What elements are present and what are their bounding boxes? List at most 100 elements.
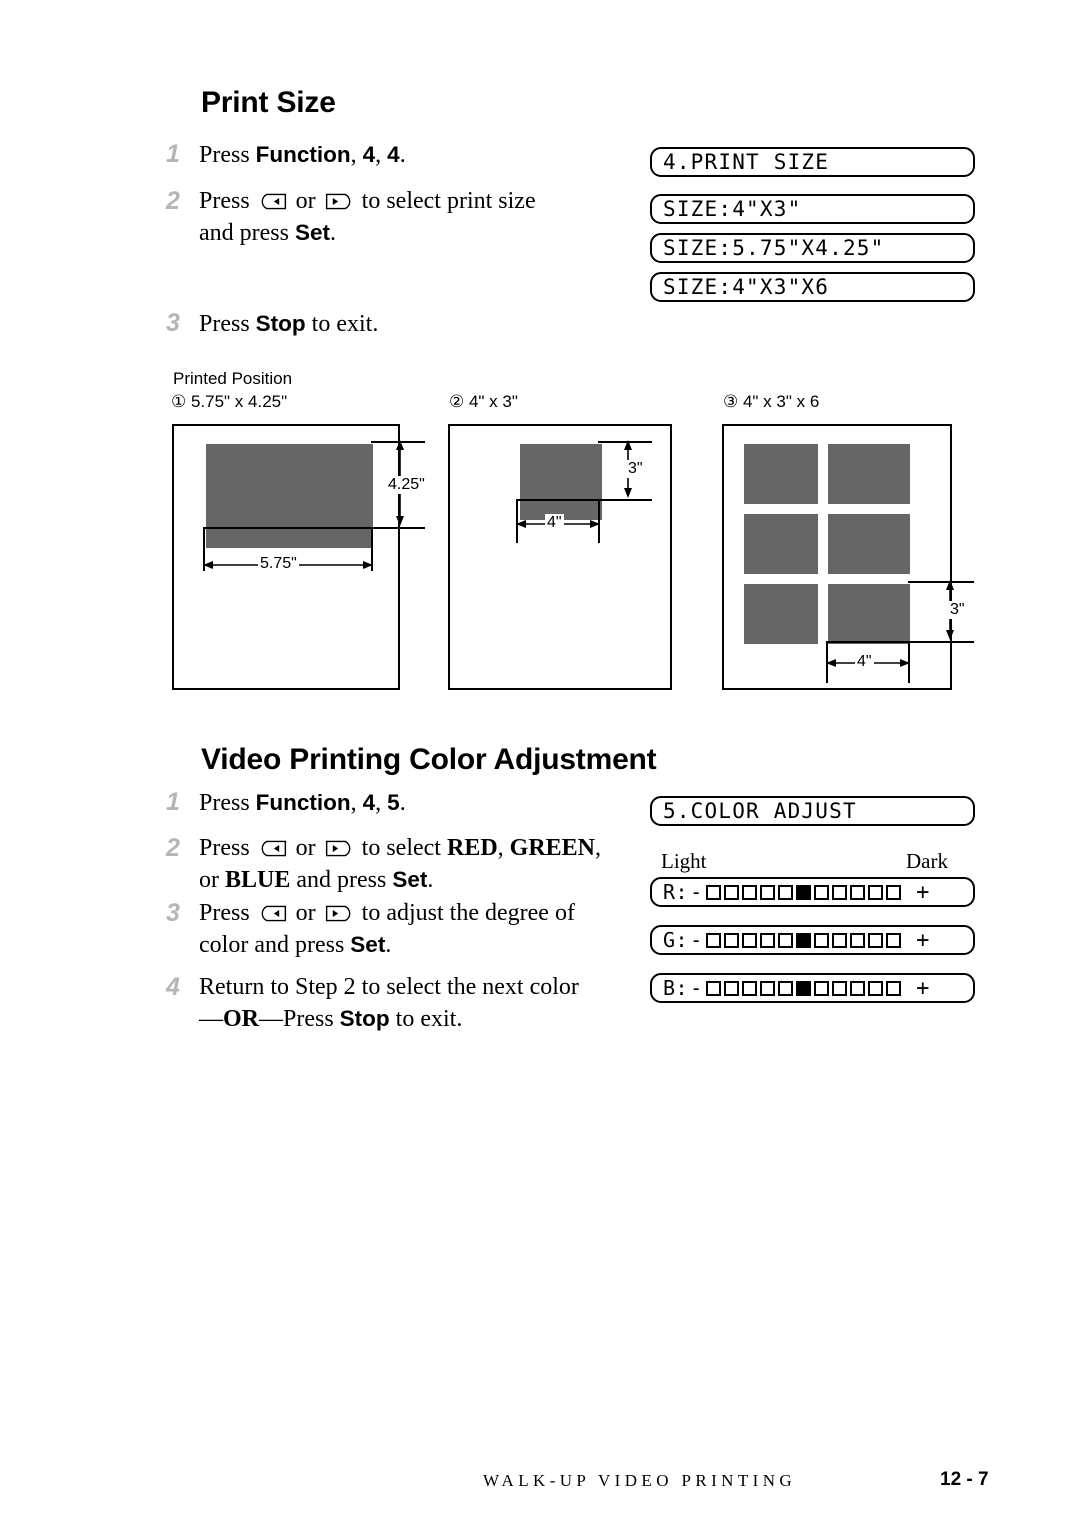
step-number: 1 xyxy=(166,140,180,168)
level-cell xyxy=(832,980,848,996)
level-cell xyxy=(868,932,884,948)
page-title-print-size: Print Size xyxy=(201,86,336,119)
step-text: Press Function, 4, 5. xyxy=(199,790,406,816)
step-text: Press or to select print size and press S… xyxy=(199,188,536,246)
lcd-text: SIZE:4"X3"X6 xyxy=(663,275,830,299)
panel-2-caption: ② 4" x 3" xyxy=(449,392,518,411)
bar-label: R: xyxy=(663,880,689,904)
lcd-text: 4.PRINT SIZE xyxy=(663,150,830,174)
level-cell xyxy=(760,980,776,996)
level-cell xyxy=(850,884,866,900)
color-bar-red: R: - + xyxy=(663,879,929,905)
print-area-swatch xyxy=(828,514,910,574)
panel-3-width-label: 4" xyxy=(855,653,874,671)
print-area-swatch xyxy=(744,584,818,644)
footer-page-number: 12 - 7 xyxy=(940,1469,989,1490)
level-cell xyxy=(832,884,848,900)
level-cell xyxy=(706,932,722,948)
figure-title: Printed Position xyxy=(173,369,293,388)
level-cell xyxy=(760,932,776,948)
minus-sign: - xyxy=(690,976,703,1000)
panel-3-paper xyxy=(722,424,952,690)
right-arrow-key-icon xyxy=(324,840,354,857)
extension-line xyxy=(826,641,910,643)
right-arrow-key-icon xyxy=(324,905,354,922)
right-arrow-key-icon xyxy=(324,193,354,210)
panel-1-caption: ① 5.75" x 4.25" xyxy=(171,392,288,411)
step-number: 3 xyxy=(166,309,180,337)
lcd-text: 5.COLOR ADJUST xyxy=(663,799,857,823)
step-text: Press Function, 4, 4. xyxy=(199,142,406,168)
level-cell xyxy=(742,932,758,948)
lcd-text: SIZE:5.75"X4.25" xyxy=(663,236,885,260)
level-cell xyxy=(778,884,794,900)
level-cell xyxy=(886,932,902,948)
plus-sign: + xyxy=(916,879,930,905)
level-cell xyxy=(724,884,740,900)
scale-label-light: Light xyxy=(661,849,707,873)
left-arrow-key-icon xyxy=(258,905,288,922)
level-cell xyxy=(760,884,776,900)
level-cell xyxy=(796,980,812,996)
step-text: Return to Step 2 to select the next colo… xyxy=(199,974,579,1032)
step-number: 3 xyxy=(166,899,180,927)
lcd-display-blue-level: B: - + xyxy=(650,973,975,1003)
lcd-display-size-575x425: SIZE:5.75"X4.25" xyxy=(650,233,975,263)
lcd-display-red-level: R: - + xyxy=(650,877,975,907)
level-cell xyxy=(886,980,902,996)
bar-label: B: xyxy=(663,976,689,1000)
step-number: 2 xyxy=(166,187,180,215)
print-area-swatch xyxy=(828,584,910,644)
level-cell xyxy=(832,932,848,948)
manual-page: Print Size 1 Press Function, 4, 4. 2 Pre… xyxy=(0,0,1080,1529)
level-cell xyxy=(868,884,884,900)
color-bar-blue: B: - + xyxy=(663,975,929,1001)
level-cell xyxy=(814,980,830,996)
panel-2-width-label: 4" xyxy=(545,514,564,532)
level-cell xyxy=(796,884,812,900)
print-area-swatch xyxy=(744,444,818,504)
minus-sign: - xyxy=(690,928,703,952)
left-arrow-key-icon xyxy=(258,840,288,857)
level-cell xyxy=(868,980,884,996)
extension-line xyxy=(203,527,373,529)
lcd-text: SIZE:4"X3" xyxy=(663,197,802,221)
level-cell xyxy=(742,884,758,900)
print-area-swatch xyxy=(206,444,373,548)
step-number: 1 xyxy=(166,788,180,816)
level-cell xyxy=(742,980,758,996)
step-text: Press or to adjust the degree of color an… xyxy=(199,900,575,958)
print-area-swatch xyxy=(828,444,910,504)
page-title-color-adjust: Video Printing Color Adjustment xyxy=(201,743,657,776)
level-cell xyxy=(778,932,794,948)
panel-3-caption: ③ 4" x 3" x 6 xyxy=(723,392,820,411)
level-cells xyxy=(706,980,904,996)
level-cell xyxy=(850,932,866,948)
extension-line xyxy=(516,499,600,501)
panel-2-height-label: 3" xyxy=(626,460,645,478)
footer-chapter-title: WALK-UP VIDEO PRINTING xyxy=(483,1471,797,1490)
step-number: 4 xyxy=(166,973,180,1001)
level-cell xyxy=(706,980,722,996)
lcd-display-size-4x3: SIZE:4"X3" xyxy=(650,194,975,224)
level-cell xyxy=(724,932,740,948)
lcd-display-green-level: G: - + xyxy=(650,925,975,955)
step-number: 2 xyxy=(166,834,180,862)
plus-sign: + xyxy=(916,975,930,1001)
color-bar-green: G: - + xyxy=(663,927,929,953)
panel-1-height-label: 4.25" xyxy=(386,476,427,494)
print-area-swatch xyxy=(520,444,602,520)
lcd-display-size-4x3x6: SIZE:4"X3"X6 xyxy=(650,272,975,302)
lcd-display-print-size-menu: 4.PRINT SIZE xyxy=(650,147,975,177)
level-cell xyxy=(886,884,902,900)
level-cell xyxy=(850,980,866,996)
step-text: Press Stop to exit. xyxy=(199,311,379,337)
panel-3-height-label: 3" xyxy=(948,601,967,619)
step-text: Press or to select RED, GREEN, or BLUE an… xyxy=(199,835,602,893)
level-cell xyxy=(814,884,830,900)
scale-label-dark: Dark xyxy=(906,849,948,873)
print-area-swatch xyxy=(744,514,818,574)
level-cell xyxy=(814,932,830,948)
panel-1-width-label: 5.75" xyxy=(258,555,299,573)
level-cell xyxy=(724,980,740,996)
